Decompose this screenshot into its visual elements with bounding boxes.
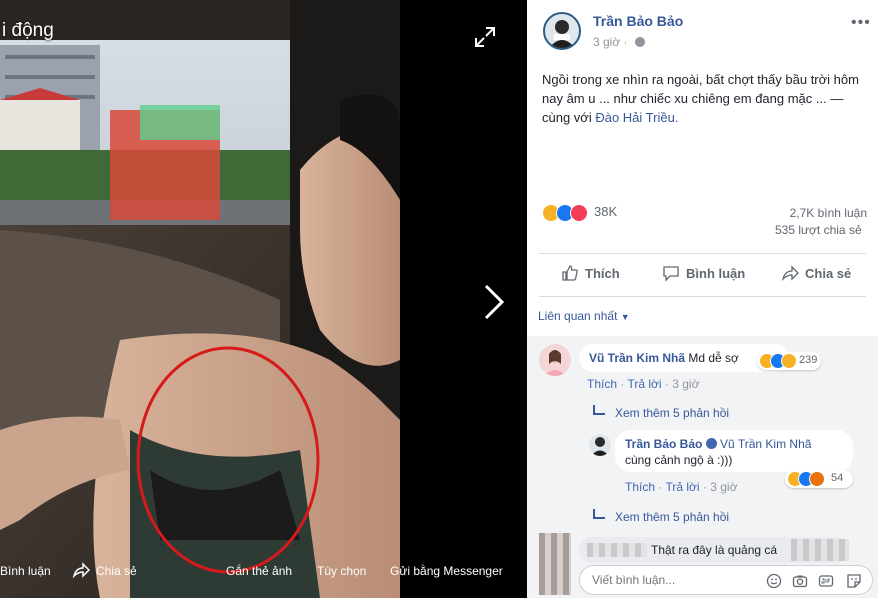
- like-label: Thích: [585, 266, 620, 281]
- sad-reaction-icon: [781, 353, 797, 369]
- reply-tag-link[interactable]: Vũ Trần Kim Nhã: [720, 437, 811, 451]
- blurred-name: [587, 543, 647, 557]
- commenter-avatar[interactable]: [539, 344, 571, 376]
- options-button[interactable]: Tùy chọn: [317, 564, 366, 578]
- reactions-summary: 38K 2,7K bình luận: [542, 203, 867, 223]
- blurred-avatar: [539, 533, 571, 563]
- comment-label: Bình luận: [686, 266, 746, 281]
- replier-name[interactable]: Trần Bảo Bảo: [625, 437, 702, 451]
- comment-composer[interactable]: [579, 565, 873, 595]
- love-reaction-icon: [570, 204, 588, 222]
- share-icon: [781, 265, 799, 282]
- post-time[interactable]: 3 giờ: [593, 35, 620, 49]
- post-sidebar: Trần Bảo Bảo 3 giờ · ••• Ngồi trong xe n…: [527, 0, 878, 598]
- comment-reaction-count: 239: [799, 354, 818, 366]
- replier-avatar[interactable]: [589, 434, 611, 456]
- photo-title-fragment: i động: [2, 20, 54, 41]
- send-messenger-button[interactable]: Gửi bằng Messenger: [390, 564, 503, 578]
- commenter-name[interactable]: Vũ Trần Kim Nhã: [589, 351, 685, 365]
- photo-action-bar: Bình luận Chia sẻ Gắn thẻ ảnh Tùy chọn G…: [0, 560, 527, 584]
- angry-reaction-icon: [809, 471, 825, 487]
- post-text: Ngồi trong xe nhìn ra ngoài, bất chợt th…: [542, 70, 867, 127]
- view-more-replies[interactable]: Xem thêm 5 phản hồi: [593, 509, 729, 524]
- reply-arrow-icon: [593, 405, 605, 415]
- view-more-replies-label: Xem thêm 5 phản hồi: [615, 406, 730, 420]
- comment-like-link[interactable]: Thích: [587, 377, 617, 391]
- comment-reply-link[interactable]: Trả lời: [627, 377, 661, 391]
- reply-reply-link[interactable]: Trả lời: [665, 480, 699, 494]
- photo-comment-button[interactable]: Bình luận: [0, 564, 51, 578]
- post-body: Ngồi trong xe nhìn ra ngoài, bất chợt th…: [542, 72, 859, 125]
- reactions-count[interactable]: 38K: [594, 204, 617, 219]
- reply-bubble: Trần Bảo Bảo Vũ Trần Kim Nhã cùng cảnh n…: [615, 430, 853, 472]
- view-more-replies-label: Xem thêm 5 phản hồi: [615, 510, 730, 524]
- share-label: Chia sẻ: [805, 266, 852, 281]
- author-name[interactable]: Trần Bảo Bảo: [593, 13, 683, 29]
- reply-actions: Thích · Trả lời · 3 giờ: [625, 480, 738, 494]
- comment-sort-dropdown[interactable]: Liên quan nhất ▼: [538, 309, 630, 323]
- more-options-icon[interactable]: •••: [851, 14, 871, 32]
- view-more-replies[interactable]: Xem thêm 5 phản hồi: [593, 405, 729, 420]
- share-icon: [72, 562, 90, 579]
- expand-icon[interactable]: [474, 26, 496, 48]
- post-meta: 3 giờ ·: [593, 35, 645, 49]
- blurred-avatar: [539, 563, 571, 595]
- globe-icon: [634, 37, 645, 47]
- divider: [539, 253, 866, 254]
- photo-viewer: i động Bình luận Chia sẻ Gắn thẻ ảnh Tùy…: [0, 0, 527, 598]
- comment-input[interactable]: [590, 572, 754, 588]
- comment-icon: [663, 266, 679, 282]
- photo-share-button[interactable]: Chia sẻ: [96, 564, 137, 578]
- sticker-icon[interactable]: [846, 573, 862, 589]
- comment-reactions[interactable]: 239: [757, 352, 821, 370]
- reply-text: cùng cảnh ngộ à :))): [625, 453, 733, 467]
- comment-actions: Thích · Trả lời · 3 giờ: [587, 377, 700, 391]
- gif-icon[interactable]: [818, 573, 834, 589]
- post-photo[interactable]: [0, 0, 400, 598]
- reply-like-link[interactable]: Thích: [625, 480, 655, 494]
- reply-reactions[interactable]: 54: [785, 470, 853, 488]
- author-avatar[interactable]: [543, 12, 581, 50]
- blurred-text: [791, 539, 849, 561]
- comments-count[interactable]: 2,7K bình luận: [790, 206, 867, 220]
- divider: [539, 296, 866, 297]
- reply-reaction-count: 54: [831, 472, 844, 484]
- reply-time[interactable]: 3 giờ: [710, 480, 737, 494]
- shares-count[interactable]: 535 lượt chia sẻ: [775, 223, 862, 237]
- emoji-icon[interactable]: [766, 573, 782, 589]
- reply-arrow-icon: [593, 509, 605, 519]
- like-icon: [562, 265, 578, 281]
- comment-bubble: Thật ra đây là quảng cá: [579, 537, 849, 563]
- comment-text: Thật ra đây là quảng cá: [651, 543, 778, 557]
- sort-label: Liên quan nhất: [538, 309, 618, 323]
- comment-time[interactable]: 3 giờ: [672, 377, 699, 391]
- verified-icon: [705, 438, 717, 449]
- camera-icon[interactable]: [792, 573, 808, 589]
- comment-text: Md dễ sợ: [688, 351, 739, 365]
- next-photo-arrow-icon[interactable]: [480, 284, 506, 320]
- caret-down-icon: ▼: [620, 312, 630, 322]
- tag-photo-button[interactable]: Gắn thẻ ảnh: [226, 564, 292, 578]
- tagged-user-link[interactable]: Đào Hải Triều.: [595, 110, 678, 125]
